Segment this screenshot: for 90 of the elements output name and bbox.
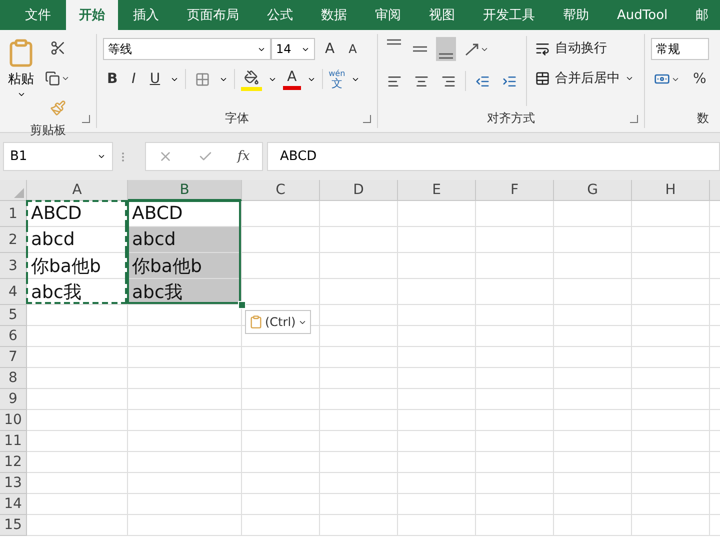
diagonal-arrow-icon[interactable]	[465, 42, 479, 56]
column-header[interactable]: G	[554, 180, 632, 201]
bold-button[interactable]: B	[103, 67, 122, 91]
table-cell: 你ba他b	[128, 253, 242, 279]
name-box[interactable]: B1	[3, 142, 113, 171]
italic-button[interactable]: I	[128, 67, 140, 91]
column-header[interactable]: F	[476, 180, 554, 201]
row-header[interactable]: 10	[0, 410, 27, 431]
row-header[interactable]: 14	[0, 494, 27, 515]
ribbon-tab[interactable]: 插入	[120, 0, 172, 30]
copy-icon[interactable]	[45, 70, 60, 86]
row-header[interactable]: 9	[0, 389, 27, 410]
align-left-icon[interactable]	[387, 74, 402, 88]
align-right-icon[interactable]	[441, 74, 456, 88]
ribbon-tab[interactable]: AudTool	[604, 0, 681, 30]
table-cell: abcd	[27, 227, 128, 253]
table-cell: abc我	[27, 279, 128, 305]
row-header[interactable]: 2	[0, 227, 27, 253]
group-label: 剪贴板	[29, 122, 67, 139]
indent-decrease-icon[interactable]	[475, 74, 490, 88]
table-cell: 你ba他b	[27, 253, 128, 279]
scissors-icon[interactable]	[50, 40, 66, 56]
font-size-field[interactable]: 14	[271, 38, 315, 60]
merge-center-button[interactable]: 合并后居中	[535, 66, 634, 90]
group-label: 字体	[224, 110, 250, 126]
ribbon-tab[interactable]: 视图	[416, 0, 468, 30]
indent-increase-icon[interactable]	[502, 74, 517, 88]
launcher-icon[interactable]	[363, 115, 371, 123]
ribbon-tab[interactable]: 页面布局	[174, 0, 252, 30]
ribbon-tab[interactable]: 公式	[254, 0, 306, 30]
ribbon-tab[interactable]: 文件	[12, 0, 64, 30]
row-header[interactable]: 11	[0, 431, 27, 452]
paste-button[interactable]: 粘贴	[6, 36, 36, 120]
column-header[interactable]: H	[632, 180, 710, 201]
ribbon-tab[interactable]: 帮助	[550, 0, 602, 30]
row-header[interactable]: 3	[0, 253, 27, 279]
paste-label: 粘贴	[8, 71, 34, 88]
grow-font-button[interactable]: A	[321, 37, 339, 61]
ribbon-tab[interactable]: 数据	[308, 0, 360, 30]
row-header[interactable]: 7	[0, 347, 27, 368]
group-label: 数	[696, 110, 709, 126]
caret-icon[interactable]	[97, 152, 106, 161]
align-top-icon	[387, 39, 401, 45]
phonetic-button[interactable]: wén 文	[328, 69, 346, 89]
number-format-field[interactable]: 常规	[651, 38, 709, 60]
row-header[interactable]: 12	[0, 452, 27, 473]
table-cell: ABCD	[27, 201, 128, 227]
percent-button[interactable]: %	[689, 67, 710, 91]
column-header[interactable]: C	[242, 180, 320, 201]
launcher-icon[interactable]	[82, 115, 90, 123]
ribbon-tab[interactable]: 开发工具	[470, 0, 548, 30]
row-header[interactable]: 5	[0, 305, 27, 326]
merge-cells-icon	[535, 70, 550, 86]
paste-options-button[interactable]: (Ctrl)	[245, 310, 311, 334]
launcher-icon[interactable]	[630, 115, 638, 123]
paint-bucket-icon	[244, 70, 260, 84]
font-color-button[interactable]: A	[283, 68, 301, 90]
column-header[interactable]: A	[27, 180, 128, 201]
underline-button[interactable]: U	[146, 67, 164, 91]
row-header[interactable]: 15	[0, 515, 27, 536]
shrink-font-button[interactable]: A	[344, 37, 361, 61]
formula-field[interactable]: ABCD	[267, 142, 720, 171]
align-bottom-icon	[439, 53, 453, 59]
row-header[interactable]: 13	[0, 473, 27, 494]
insert-function-button[interactable]: fx	[238, 149, 250, 164]
ribbon-tab[interactable]: 审阅	[362, 0, 414, 30]
font-name-field[interactable]: 等线	[103, 38, 271, 60]
group-label: 对齐方式	[486, 110, 536, 126]
align-button[interactable]	[436, 37, 456, 61]
row-header[interactable]: 4	[0, 279, 27, 305]
fill-handle[interactable]	[238, 301, 246, 309]
row-header[interactable]: 8	[0, 368, 27, 389]
table-cell: abcd	[128, 227, 242, 253]
triangle-icon	[14, 188, 24, 198]
caret-icon[interactable]	[16, 90, 26, 99]
row-header[interactable]: 6	[0, 326, 27, 347]
borders-icon[interactable]	[195, 72, 210, 86]
column-header[interactable]: E	[398, 180, 476, 201]
align-middle-icon	[413, 46, 427, 52]
ribbon-tab[interactable]: 邮	[682, 0, 720, 30]
row-header[interactable]: 1	[0, 201, 27, 227]
wrap-text-button[interactable]: 自动换行	[535, 36, 634, 60]
ribbon-tab[interactable]: 开始	[66, 0, 118, 30]
column-header[interactable]: B	[128, 180, 242, 201]
clipboard-icon	[249, 315, 263, 329]
column-header[interactable]: D	[320, 180, 398, 201]
wrap-text-icon	[535, 40, 550, 56]
table-cell: abc我	[128, 279, 242, 305]
align-center-icon[interactable]	[414, 74, 429, 88]
table-cell: ABCD	[128, 201, 242, 227]
